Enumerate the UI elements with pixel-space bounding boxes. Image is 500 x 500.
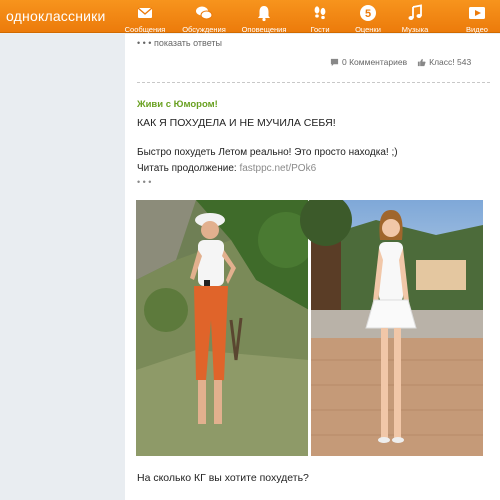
post-external-link[interactable]: fastppc.net/POk6: [239, 163, 316, 174]
chat-bubbles-icon: [196, 6, 213, 20]
nav-music-label: Музыка: [401, 25, 429, 34]
thumbs-up-icon: [418, 58, 426, 66]
post-question: На сколько КГ вы хотите похудеть?: [137, 472, 309, 484]
nav-video-label: Видео: [466, 25, 488, 34]
show-answers-link[interactable]: • • • показать ответы: [137, 38, 222, 48]
nav-discussions[interactable]: Обсуждения: [181, 4, 227, 34]
before-after-photo-collage: [136, 200, 483, 456]
post-more-dots[interactable]: • • •: [137, 177, 151, 187]
post-text: Быстро похудеть Летом реально! Это прост…: [137, 147, 398, 158]
video-play-icon: [469, 7, 485, 19]
nav-notifications[interactable]: Оповещения: [241, 4, 287, 34]
svg-text:5: 5: [365, 8, 371, 20]
nav-video[interactable]: Видео: [454, 4, 500, 34]
site-logo[interactable]: одноклассники: [6, 8, 106, 24]
nav-messages[interactable]: Сообщения: [122, 4, 168, 34]
footprints-icon: [314, 6, 326, 20]
nav-guests[interactable]: Гости: [297, 4, 343, 34]
group-name-link[interactable]: Живи с Юмором!: [137, 99, 218, 110]
like-counter[interactable]: Класс! 543: [417, 57, 471, 67]
left-sidebar: [0, 34, 125, 500]
bell-icon: [258, 6, 270, 22]
music-note-icon: [408, 4, 422, 20]
read-more-prefix: Читать продолжение:: [137, 163, 240, 174]
comment-icon: [330, 58, 339, 66]
post-divider: [137, 82, 490, 83]
comments-counter[interactable]: 0 Комментариев: [330, 57, 407, 67]
nav-ratings[interactable]: 5 Оценки: [345, 4, 391, 34]
like-count-label: Класс! 543: [429, 57, 472, 67]
nav-music[interactable]: Музыка: [392, 4, 438, 34]
top-navigation-bar: одноклассники Сообщения Обсуждения Опове…: [0, 0, 500, 34]
nav-guests-label: Гости: [310, 25, 330, 34]
nav-discussions-label: Обсуждения: [182, 25, 226, 34]
rating-five-icon: 5: [360, 5, 376, 21]
post-title: КАК Я ПОХУДЕЛА И НЕ МУЧИЛА СЕБЯ!: [137, 117, 336, 129]
post-read-more: Читать продолжение: fastppc.net/POk6: [137, 163, 316, 174]
nav-ratings-label: Оценки: [355, 25, 381, 34]
post-photo[interactable]: [136, 200, 483, 456]
comments-count-label: 0 Комментариев: [342, 57, 408, 67]
envelope-icon: [137, 7, 153, 18]
nav-messages-label: Сообщения: [124, 25, 166, 34]
nav-notifications-label: Оповещения: [241, 25, 287, 34]
post-stats: 0 Комментариев Класс! 543: [330, 57, 492, 67]
